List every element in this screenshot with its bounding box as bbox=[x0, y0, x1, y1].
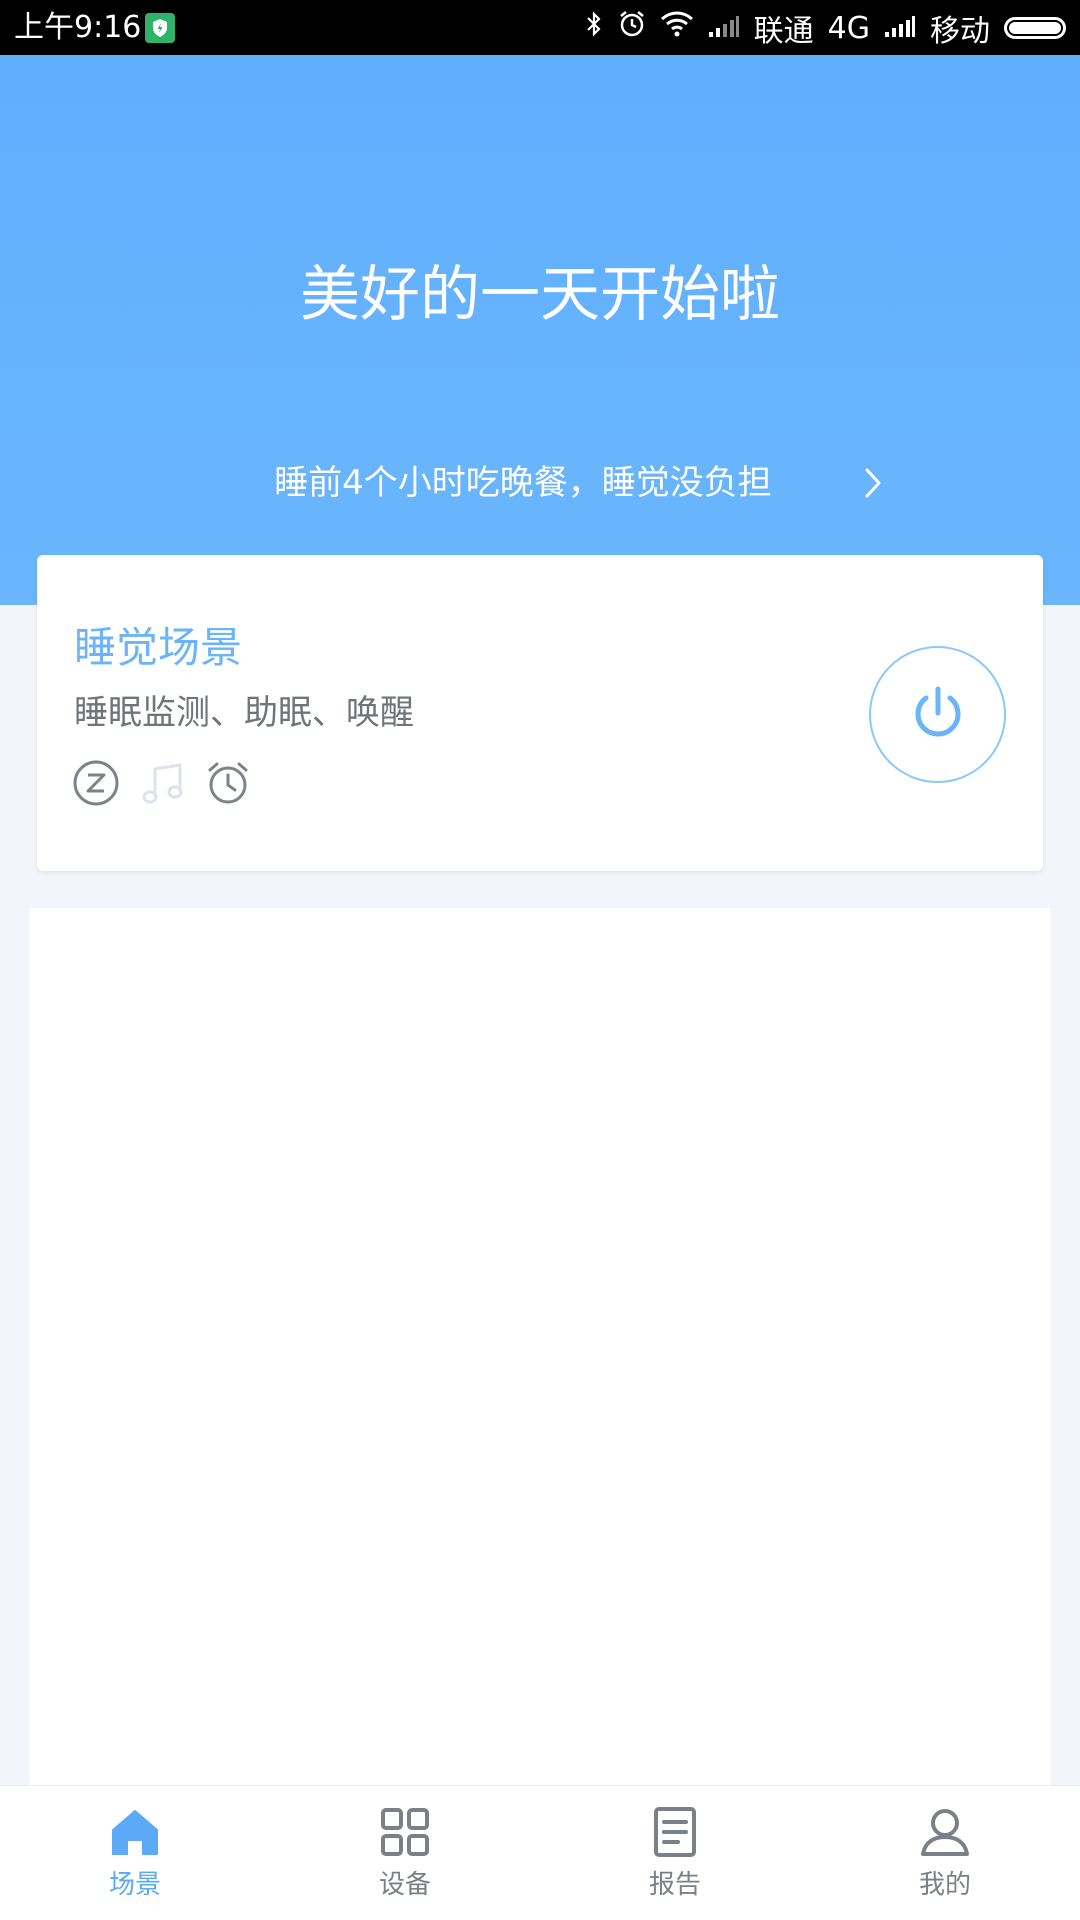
content-panel bbox=[30, 908, 1050, 1785]
alarm-clock-icon bbox=[204, 759, 252, 811]
nav-label-report: 报告 bbox=[648, 1870, 701, 1900]
sleep-tip-link[interactable]: 睡前4个小时吃晚餐，睡觉没负担 bbox=[0, 455, 1080, 511]
nav-tab-report[interactable]: 报告 bbox=[540, 1786, 810, 1920]
report-icon bbox=[649, 1806, 701, 1862]
nav-label-mine: 我的 bbox=[918, 1870, 971, 1900]
status-indicators: 联通 4G 移动 bbox=[584, 8, 1066, 49]
security-shield-icon bbox=[145, 13, 175, 43]
grid-icon bbox=[379, 1806, 431, 1862]
nav-label-scene: 场景 bbox=[108, 1870, 161, 1900]
sleep-z-icon bbox=[72, 759, 120, 811]
scene-subtitle: 睡眠监测、助眠、唤醒 bbox=[74, 693, 414, 733]
nav-tab-mine[interactable]: 我的 bbox=[810, 1786, 1080, 1920]
scene-feature-icons bbox=[72, 759, 252, 811]
battery-icon bbox=[1004, 17, 1066, 39]
network-type: 4G bbox=[827, 10, 870, 46]
status-time: 上午9:16 bbox=[14, 10, 142, 45]
chevron-right-icon bbox=[858, 465, 888, 501]
sleep-scene-card[interactable]: 睡觉场景 睡眠监测、助眠、唤醒 bbox=[37, 555, 1043, 871]
sleep-tip-text: 睡前4个小时吃晚餐，睡觉没负担 bbox=[274, 463, 772, 503]
power-icon bbox=[906, 681, 970, 749]
scene-power-button[interactable] bbox=[869, 646, 1006, 783]
greeting-title: 美好的一天开始啦 bbox=[300, 260, 780, 330]
nav-tab-scene[interactable]: 场景 bbox=[0, 1786, 270, 1920]
bluetooth-icon bbox=[584, 9, 604, 47]
signal-weak-icon bbox=[708, 11, 740, 46]
alarm-icon bbox=[618, 9, 646, 47]
nav-label-device: 设备 bbox=[378, 1870, 431, 1900]
signal-full-icon bbox=[884, 11, 916, 46]
bottom-navigation: 场景 设备 报告 我的 bbox=[0, 1785, 1080, 1920]
scene-title: 睡觉场景 bbox=[74, 623, 243, 672]
home-icon bbox=[109, 1806, 161, 1862]
carrier-unicom: 联通 bbox=[753, 14, 814, 49]
wifi-icon bbox=[660, 10, 694, 46]
music-note-icon bbox=[138, 759, 186, 811]
status-bar: 上午9:16 联通 4G 移动 bbox=[0, 0, 1080, 55]
carrier-mobile: 移动 bbox=[930, 14, 990, 49]
nav-tab-device[interactable]: 设备 bbox=[270, 1786, 540, 1920]
user-icon bbox=[919, 1806, 971, 1862]
